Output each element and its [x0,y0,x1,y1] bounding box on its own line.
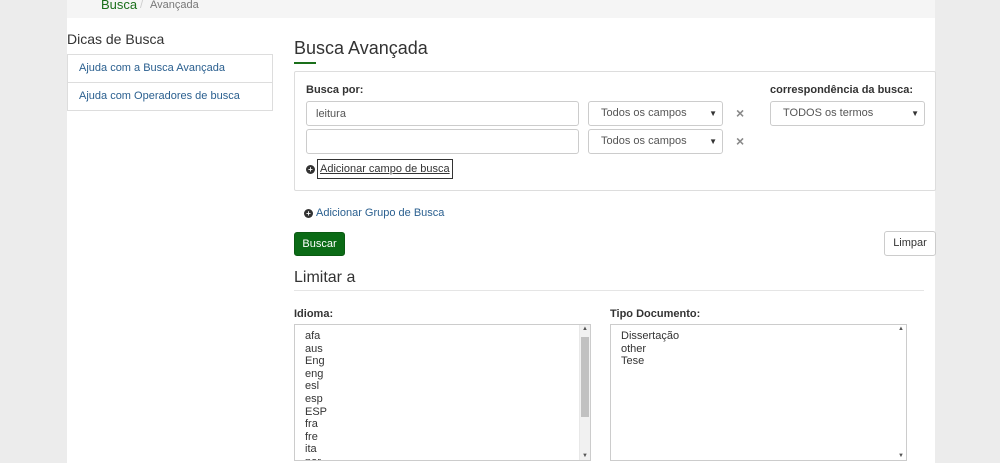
search-field-select-1[interactable]: Todos os campos ▼ [588,101,723,126]
plus-circle-icon: + [304,209,313,218]
scroll-up-icon[interactable]: ▲ [896,326,906,332]
sidebar-title: Dicas de Busca [67,31,165,47]
sidebar-list: Ajuda com a Busca Avançada Ajuda com Ope… [67,54,273,111]
search-term-input-1[interactable] [306,101,579,126]
doctype-listbox[interactable]: Dissertação other Tese ▲ ▼ [610,324,907,461]
language-option[interactable]: aus [295,343,590,356]
clear-button[interactable]: Limpar [884,231,936,256]
language-option[interactable]: fre [295,431,590,444]
caret-down-icon: ▼ [709,137,717,146]
search-button[interactable]: Buscar [294,232,345,256]
language-scrollbar[interactable]: ▲ ▼ [579,325,590,460]
caret-down-icon: ▼ [911,109,919,118]
language-scroll-thumb[interactable] [581,337,589,417]
language-option[interactable]: afa [295,330,590,343]
language-option[interactable]: ita [295,443,590,456]
doctype-scrollbar[interactable]: ▲ ▼ [896,325,906,460]
language-option[interactable]: eng [295,368,590,381]
limit-divider [294,290,924,291]
language-option[interactable]: fra [295,418,590,431]
scroll-up-icon[interactable]: ▲ [580,326,590,332]
language-listbox[interactable]: afa aus Eng eng esl esp ESP fra fre ita … [294,324,591,461]
breadcrumb-separator: / [140,0,144,11]
doctype-option[interactable]: Dissertação [611,330,906,343]
limit-section-title: Limitar a [294,269,356,286]
language-label: Idioma: [294,308,334,320]
search-field-select-2[interactable]: Todos os campos ▼ [588,129,723,154]
doctype-label: Tipo Documento: [610,308,701,320]
breadcrumb: Busca / Avançada [67,0,935,18]
search-by-label: Busca por: [306,84,364,96]
match-select[interactable]: TODOS os termos ▼ [770,101,925,126]
close-icon[interactable]: × [736,133,744,149]
doctype-option[interactable]: Tese [611,355,906,368]
language-option[interactable]: ESP [295,406,590,419]
search-field-select-1-value: Todos os campos [601,107,687,119]
page-title: Busca Avançada [294,38,428,58]
doctype-option[interactable]: other [611,343,906,356]
language-option[interactable]: Eng [295,355,590,368]
match-label: correspondência da busca: [770,84,914,96]
add-search-field-link[interactable]: Adicionar campo de busca [317,159,453,179]
scroll-down-icon[interactable]: ▼ [896,453,906,459]
sidebar-item-operators-help[interactable]: Ajuda com Operadores de busca [67,83,273,111]
match-select-value: TODOS os termos [783,107,874,119]
breadcrumb-home-link[interactable]: Busca [101,0,137,12]
scroll-down-icon[interactable]: ▼ [580,453,590,459]
breadcrumb-current: Avançada [150,0,199,11]
sidebar-item-advanced-help[interactable]: Ajuda com a Busca Avançada [67,54,273,83]
close-icon[interactable]: × [736,105,744,121]
search-term-input-2[interactable] [306,129,579,154]
add-search-group-link[interactable]: Adicionar Grupo de Busca [316,207,444,219]
search-field-select-2-value: Todos os campos [601,135,687,147]
caret-down-icon: ▼ [709,109,717,118]
language-option[interactable]: por [295,456,590,460]
search-group-panel: Busca por: Todos os campos ▼ × Todos os … [294,71,936,191]
plus-circle-icon: + [306,165,315,174]
title-underline [294,62,316,64]
language-option[interactable]: esp [295,393,590,406]
language-option[interactable]: esl [295,380,590,393]
